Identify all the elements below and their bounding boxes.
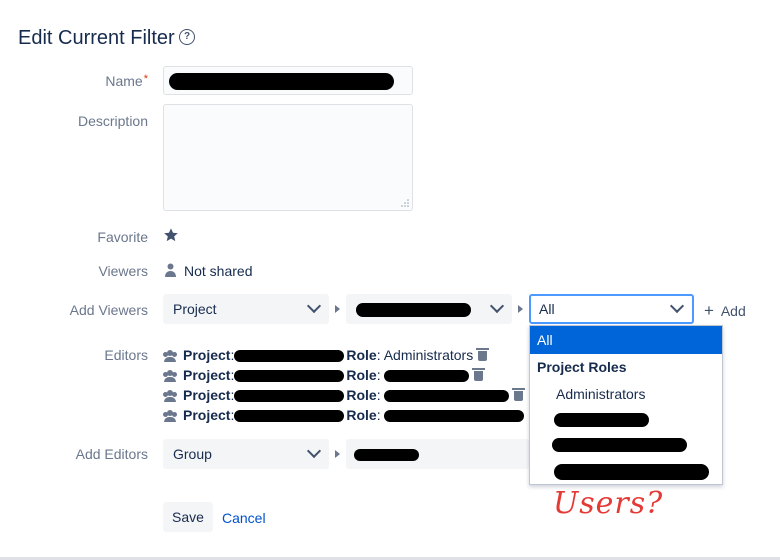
chevron-right-icon: [518, 305, 523, 313]
chevron-right-icon: [335, 450, 340, 458]
resize-handle-icon[interactable]: [401, 199, 409, 207]
trash-icon[interactable]: [472, 368, 486, 382]
chevron-down-icon: [489, 298, 505, 314]
add-viewer-button[interactable]: + Add: [704, 301, 746, 321]
editor-group-select[interactable]: [346, 439, 530, 469]
cancel-link[interactable]: Cancel: [222, 510, 266, 526]
editor-row: Project: Role:: [163, 405, 525, 425]
plus-icon: +: [704, 301, 714, 320]
viewer-project-select[interactable]: [346, 294, 512, 324]
group-icon: [163, 410, 177, 423]
dropdown-option[interactable]: [554, 413, 649, 427]
handwritten-annotation: Users?: [553, 486, 664, 521]
description-label: Description: [77, 113, 148, 129]
editor-row: Project: Role:: [163, 385, 526, 405]
trash-icon[interactable]: [476, 348, 490, 362]
viewer-role-select[interactable]: All: [529, 294, 694, 324]
add-editors-label: Add Editors: [75, 446, 148, 462]
dropdown-group-heading: Project Roles: [537, 359, 627, 375]
group-icon: [163, 370, 177, 383]
redaction: [356, 303, 471, 317]
dropdown-option-all[interactable]: All: [530, 326, 722, 354]
group-icon: [163, 350, 177, 363]
page-title: Edit Current Filter: [18, 27, 175, 49]
dropdown-option[interactable]: Administrators: [556, 386, 645, 402]
role-dropdown: All Project Roles Administrators: [529, 325, 723, 485]
group-icon: [163, 390, 177, 403]
trash-icon[interactable]: [512, 388, 526, 402]
redaction: [354, 449, 419, 461]
name-field[interactable]: [163, 66, 413, 95]
description-field[interactable]: [163, 104, 413, 211]
save-button[interactable]: Save: [163, 502, 213, 532]
editors-label: Editors: [104, 347, 148, 363]
favorite-label: Favorite: [97, 229, 148, 245]
viewers-label: Viewers: [98, 263, 148, 279]
chevron-down-icon: [306, 298, 322, 314]
editor-row: Project: Role:: [163, 365, 486, 385]
dropdown-option[interactable]: [554, 464, 709, 480]
name-label: Name*: [105, 73, 148, 89]
chevron-down-icon: [669, 298, 685, 314]
dropdown-option[interactable]: [552, 438, 687, 452]
editor-type-select[interactable]: Group: [163, 439, 329, 469]
add-viewers-label: Add Viewers: [69, 302, 148, 318]
redaction: [169, 73, 394, 90]
chevron-down-icon: [306, 443, 322, 459]
star-icon[interactable]: [163, 227, 179, 243]
viewer-type-select[interactable]: Project: [163, 294, 329, 324]
help-icon[interactable]: ?: [179, 29, 195, 45]
user-icon: [165, 263, 176, 277]
chevron-right-icon: [335, 305, 340, 313]
editor-row: Project: Role: Administrators: [163, 345, 490, 365]
viewers-value: Not shared: [184, 263, 253, 279]
